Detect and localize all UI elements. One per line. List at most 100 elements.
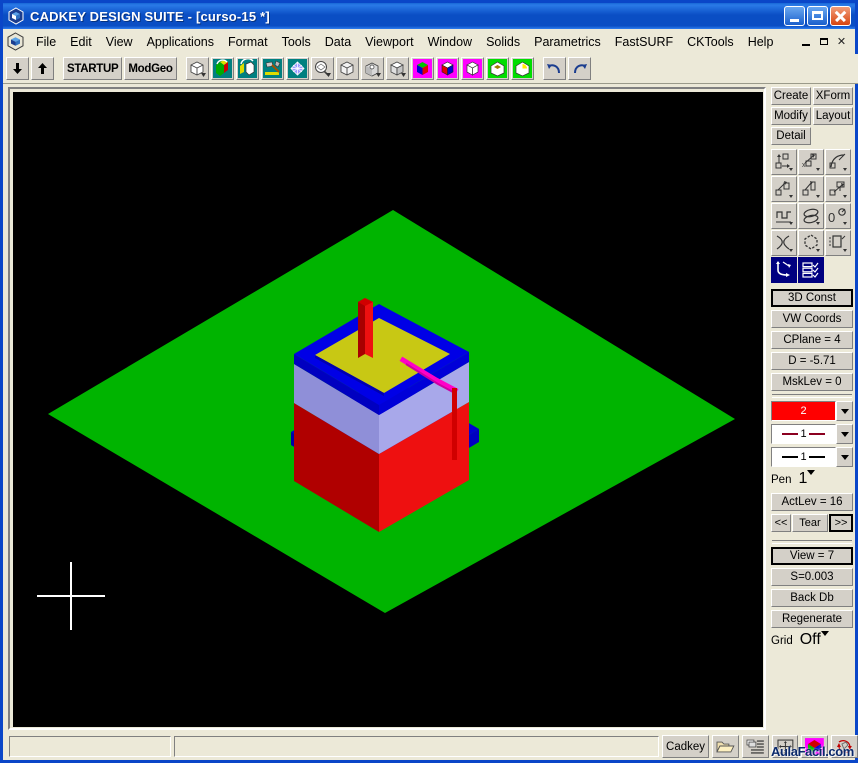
rotate-solid-icon[interactable] [211, 57, 234, 80]
menu-item-applications[interactable]: Applications [140, 32, 221, 52]
spline-icon[interactable] [798, 203, 824, 229]
level-up-button[interactable] [31, 57, 54, 80]
document-restore-button[interactable] [815, 34, 832, 49]
maximize-button[interactable] [807, 6, 828, 26]
scale-button[interactable]: S=0.003 [771, 568, 853, 586]
cadkey-button[interactable]: Cadkey [662, 735, 709, 758]
minimize-button[interactable] [784, 6, 805, 26]
menu-item-window[interactable]: Window [421, 32, 479, 52]
cad-viewport[interactable] [13, 92, 763, 727]
level-down-button[interactable] [6, 57, 29, 80]
shaded-gold-icon[interactable] [486, 57, 509, 80]
menu-item-solids[interactable]: Solids [479, 32, 527, 52]
render-wire-icon[interactable] [461, 57, 484, 80]
layout-button[interactable]: Layout [813, 107, 853, 125]
layers-icon[interactable] [742, 735, 769, 758]
fillet-icon[interactable] [771, 257, 797, 283]
linewidth-combo-caret[interactable] [836, 447, 853, 467]
back-db-button[interactable]: Back Db [771, 589, 853, 607]
menu-item-fastsurf[interactable]: FastSURF [608, 32, 680, 52]
viewport-frame [8, 87, 766, 730]
rotate-dynamic-icon[interactable] [831, 735, 858, 758]
linewidth-value: 1 [800, 451, 806, 463]
modgeo-button[interactable]: ModGeo [124, 57, 176, 80]
vw-coords-button[interactable]: VW Coords [771, 310, 853, 328]
document-close-button[interactable]: ✕ [833, 34, 850, 49]
grid-combo-caret[interactable] [821, 631, 829, 651]
actlev-button[interactable]: ActLev = 16 [771, 493, 853, 511]
status-field-right[interactable] [174, 736, 660, 757]
shade-view-icon[interactable] [411, 57, 434, 80]
list-check-icon[interactable] [798, 257, 824, 283]
color-combo[interactable]: 2 [771, 401, 853, 421]
depth-button[interactable]: D = -5.71 [771, 352, 853, 370]
mesh-icon[interactable] [286, 57, 309, 80]
fit-view-icon[interactable] [772, 735, 799, 758]
folder-open-icon[interactable] [712, 735, 739, 758]
pen-combo[interactable]: 1 [794, 470, 851, 490]
pen-combo-caret[interactable] [807, 470, 815, 490]
regenerate-button[interactable]: Regenerate [771, 610, 853, 628]
point-position-icon[interactable] [771, 149, 797, 175]
redo-icon[interactable] [568, 57, 591, 80]
point-multiple-icon[interactable]: x [798, 149, 824, 175]
color-swatch: 2 [771, 401, 836, 421]
rotate-wire-icon[interactable] [236, 57, 259, 80]
msklev-button[interactable]: MskLev = 0 [771, 373, 853, 391]
solid-view-icon[interactable] [386, 57, 409, 80]
autoscale-cube-icon[interactable] [336, 57, 359, 80]
document-hexcube-icon[interactable] [6, 32, 25, 51]
menu-item-view[interactable]: View [99, 32, 140, 52]
menu-item-parametrics[interactable]: Parametrics [527, 32, 608, 52]
ellipse-icon[interactable]: 0 [825, 203, 851, 229]
startup-button[interactable]: STARTUP [63, 57, 122, 80]
color-cube-icon[interactable] [801, 735, 828, 758]
wireframe-cube-icon[interactable] [186, 57, 209, 80]
pattern-icon[interactable] [825, 230, 851, 256]
cplane-button[interactable]: CPlane = 4 [771, 331, 853, 349]
shaded-yellow-icon[interactable] [511, 57, 534, 80]
linetype-value: 1 [800, 428, 806, 440]
polygon-icon[interactable] [798, 230, 824, 256]
menu-item-cktools[interactable]: CKTools [680, 32, 741, 52]
detail-button[interactable]: Detail [771, 127, 811, 145]
menu-item-help[interactable]: Help [741, 32, 781, 52]
chevron-down-icon [821, 631, 829, 636]
line-rectangle-icon[interactable] [825, 176, 851, 202]
modify-button[interactable]: Modify [771, 107, 811, 125]
document-minimize-button[interactable] [797, 34, 814, 49]
grid-combo[interactable]: Off [796, 631, 850, 651]
view-button[interactable]: View = 7 [771, 547, 853, 565]
zoom-window-icon[interactable] [311, 57, 334, 80]
menu-item-format[interactable]: Format [221, 32, 275, 52]
linewidth-combo[interactable]: 1 [771, 447, 853, 467]
tear-button[interactable]: Tear [792, 514, 828, 532]
create-button[interactable]: Create [771, 87, 811, 105]
close-button[interactable] [830, 6, 851, 26]
menu-item-file[interactable]: File [29, 32, 63, 52]
linetype-combo[interactable]: 1 [771, 424, 853, 444]
undo-icon[interactable] [543, 57, 566, 80]
3d-const-button[interactable]: 3D Const [771, 289, 853, 307]
menu-item-data[interactable]: Data [318, 32, 358, 52]
xform-button[interactable]: XForm [813, 87, 853, 105]
render-quad-icon[interactable] [436, 57, 459, 80]
pen-value: 1 [794, 470, 807, 490]
line-parallel-icon[interactable] [798, 176, 824, 202]
menu-item-tools[interactable]: Tools [275, 32, 318, 52]
right-side-panel: Create XForm Modify Layout Detail [769, 87, 855, 730]
line-tangent-icon[interactable] [825, 149, 851, 175]
tear-prev-button[interactable]: << [771, 514, 791, 532]
status-field-left[interactable] [9, 736, 171, 757]
hammer-wrench-icon[interactable] [261, 57, 284, 80]
grid-label: Grid [771, 635, 793, 647]
line-endpoints-icon[interactable] [771, 176, 797, 202]
linetype-combo-caret[interactable] [836, 424, 853, 444]
box-view-icon[interactable] [361, 57, 384, 80]
menu-item-viewport[interactable]: Viewport [358, 32, 420, 52]
tear-next-button[interactable]: >> [829, 514, 853, 532]
menu-item-edit[interactable]: Edit [63, 32, 99, 52]
conic-icon[interactable] [771, 230, 797, 256]
polyline-icon[interactable] [771, 203, 797, 229]
color-combo-caret[interactable] [836, 401, 853, 421]
